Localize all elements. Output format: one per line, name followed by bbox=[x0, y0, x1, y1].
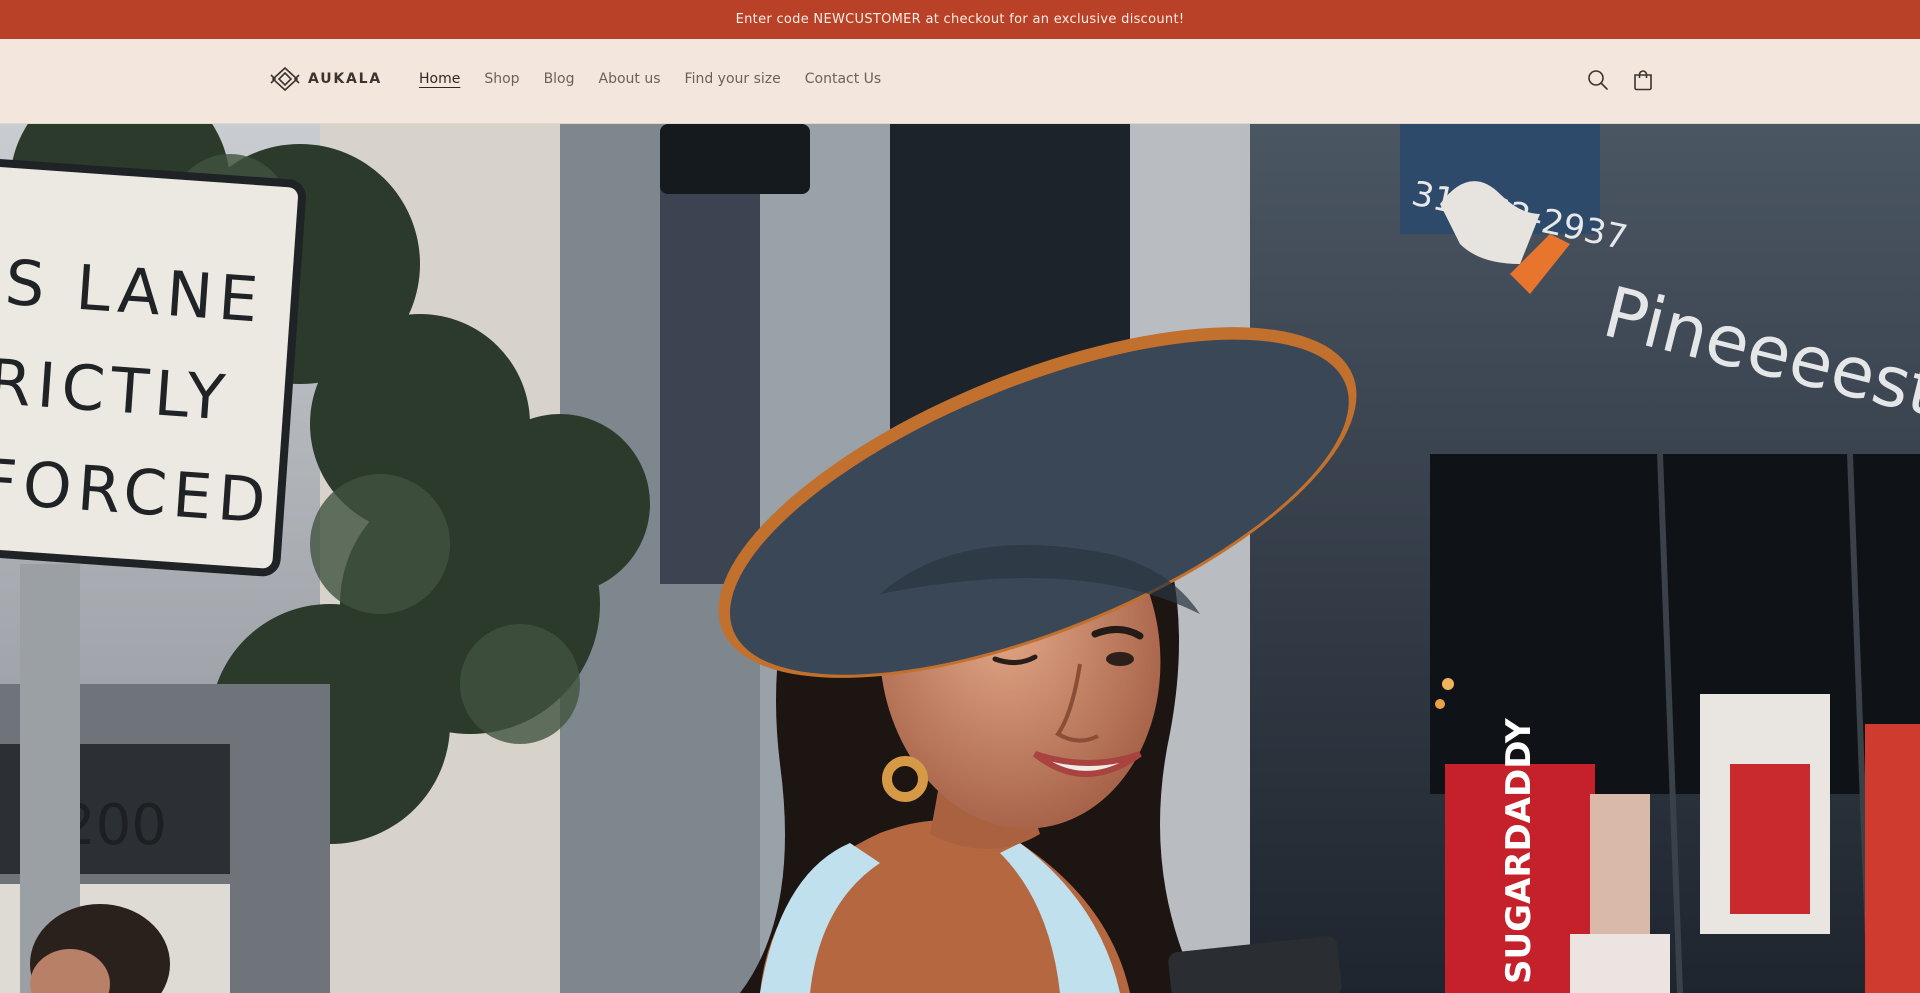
logo-text: AUKALA bbox=[308, 71, 383, 87]
nav-shop[interactable]: Shop bbox=[484, 71, 519, 87]
nav-about-us[interactable]: About us bbox=[599, 71, 661, 87]
hero-banner[interactable]: 31-462-2937 Pineeeest B SUGARDADDY bbox=[0, 124, 1920, 993]
nav-contact-us[interactable]: Contact Us bbox=[805, 71, 881, 87]
main-nav: Home Shop Blog About us Find your size C… bbox=[419, 69, 905, 89]
nav-home[interactable]: Home bbox=[419, 71, 460, 87]
announcement-text: Enter code NEWCUSTOMER at checkout for a… bbox=[735, 12, 1185, 27]
logo[interactable]: AUKALA bbox=[270, 64, 382, 94]
announcement-bar: Enter code NEWCUSTOMER at checkout for a… bbox=[0, 0, 1920, 39]
cart-icon bbox=[1634, 70, 1652, 91]
cart-button[interactable] bbox=[1628, 65, 1658, 95]
search-icon bbox=[1588, 70, 1608, 90]
banner-text: SUGARDADDY bbox=[1499, 718, 1539, 984]
nav-find-your-size[interactable]: Find your size bbox=[685, 71, 781, 87]
nav-blog[interactable]: Blog bbox=[544, 71, 575, 87]
logo-icon bbox=[270, 66, 300, 92]
hero-image: 31-462-2937 Pineeeest B SUGARDADDY bbox=[0, 124, 1920, 993]
search-button[interactable] bbox=[1583, 65, 1613, 95]
site-header: AUKALA Home Shop Blog About us Find your… bbox=[0, 39, 1920, 124]
